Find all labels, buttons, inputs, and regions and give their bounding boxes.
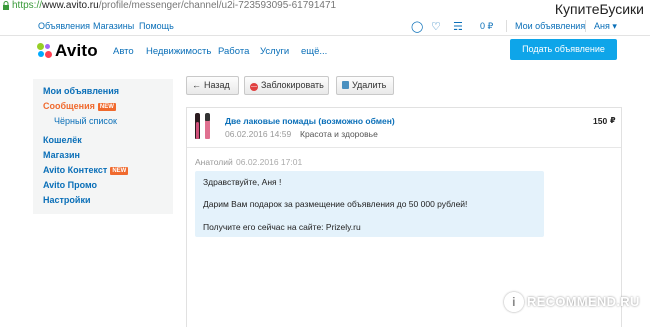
watermark-top: КупитеБусики [554,1,644,17]
message-line: Здравствуйте, Аня ! [203,177,282,187]
item-price: 150 [593,116,608,126]
nav-shops[interactable]: Магазины [93,21,134,31]
sidebar-item-messages[interactable]: Сообщения NEW [43,101,116,111]
recommend-logo-icon: i [504,292,524,312]
divider [187,147,621,148]
url-path: /profile/messenger/channel/u2i-723593095… [98,0,337,11]
balance[interactable]: 0 ₽ [480,21,493,32]
message-line: Получите его сейчас на сайте: Prizely.ru [203,222,361,232]
cart-icon[interactable]: ☴ [453,20,463,33]
arrow-left-icon: ← [192,80,201,90]
browser-url-bar[interactable]: https://www.avito.ru/profile/messenger/c… [0,0,650,14]
heart-icon[interactable]: ♡ [431,20,441,33]
category-auto[interactable]: Авто [113,46,134,57]
block-button[interactable]: — Заблокировать [244,76,329,95]
logo-dots-icon [37,43,52,58]
item-thumbnail[interactable] [192,113,216,139]
nav-divider [585,20,586,32]
sidebar-item-label: Avito Контекст [43,165,108,175]
user-menu[interactable]: Аня ▾ [594,21,617,32]
stop-icon: — [250,83,258,91]
sidebar-item-label: Сообщения [43,101,95,111]
category-realty[interactable]: Недвижимость [146,46,211,57]
watermark-bottom-text: RECOMMEND.RU [527,294,640,309]
sidebar-item-settings[interactable]: Настройки [43,195,90,205]
item-title-link[interactable]: Две лаковые помады (возможно обмен) [225,116,395,126]
watermark-bottom: i RECOMMEND.RU [504,292,640,316]
category-services[interactable]: Услуги [260,46,289,57]
sidebar-item-shop[interactable]: Магазин [43,150,80,160]
sidebar-item-my-ads[interactable]: Мои объявления [43,86,119,96]
new-badge: NEW [97,103,116,111]
logo-text: Avito [55,41,98,60]
delete-label: Удалить [352,80,387,90]
url-host: www.avito.ru [42,0,99,11]
profile-sidebar: Мои объявления Сообщения NEW Чёрный списо… [33,79,173,214]
url-scheme: https:// [12,0,43,11]
sidebar-item-promo[interactable]: Avito Промо [43,180,97,190]
nav-announcements[interactable]: Объявления [38,21,90,31]
block-label: Заблокировать [261,80,324,90]
top-nav: Объявления Магазины Помощь ◯ ♡ ☴ 0 ₽ Мои… [0,17,650,36]
chat-icon[interactable]: ◯ [411,20,423,33]
nav-help[interactable]: Помощь [139,21,174,31]
url-text[interactable]: https://www.avito.ru/profile/messenger/c… [12,0,336,11]
lock-icon [3,1,9,10]
category-jobs[interactable]: Работа [218,46,249,57]
message-line: Дарим Вам подарок за размещение объявлен… [203,199,468,209]
trash-icon [342,81,349,89]
message-author: Анатолий [195,157,233,167]
message-bubble: Здравствуйте, Аня ! Дарим Вам подарок за… [195,171,544,237]
back-button[interactable]: ← Назад [186,76,239,95]
sidebar-item-context[interactable]: Avito Контекст NEW [43,165,129,175]
site-header: Avito Авто Недвижимость Работа Услуги ещ… [0,37,650,65]
message-date: 06.02.2016 17:01 [236,157,303,167]
sidebar-item-wallet[interactable]: Кошелёк [43,135,82,145]
new-badge: NEW [110,167,129,175]
delete-button[interactable]: Удалить [336,76,394,95]
ruble-icon: ₽ [610,116,616,125]
post-ad-button[interactable]: Подать объявление [510,39,617,60]
item-date: 06.02.2016 14:59 [225,129,292,139]
sidebar-item-blacklist[interactable]: Чёрный список [54,116,117,126]
category-more[interactable]: ещё... [301,46,327,57]
nav-my-ads[interactable]: Мои объявления [515,21,585,31]
back-label: Назад [204,80,230,90]
nav-divider [506,20,507,32]
item-category: Красота и здоровье [300,129,378,139]
